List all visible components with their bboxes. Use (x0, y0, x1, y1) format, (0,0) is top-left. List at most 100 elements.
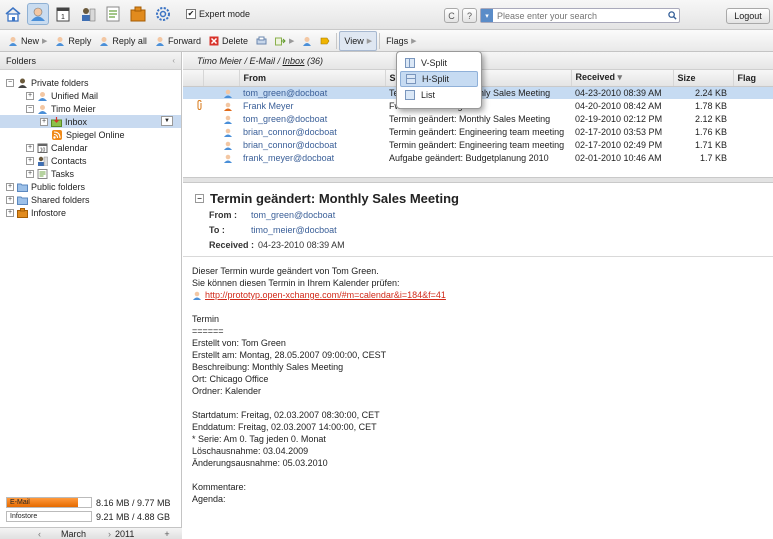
search-icon[interactable] (665, 11, 679, 20)
label-icon (321, 37, 330, 44)
from-cell: Frank Meyer (243, 100, 294, 111)
collapse-header-icon[interactable]: − (195, 193, 204, 203)
view-menu-item-vsplit[interactable]: V-Split (400, 55, 478, 71)
expand-icon[interactable]: + (26, 169, 34, 178)
flag-cell[interactable] (733, 99, 773, 112)
new-button[interactable]: New ▶ (4, 31, 51, 51)
folder-timo-meier[interactable]: − Timo Meier (0, 102, 181, 115)
expand-calendar-button[interactable]: + (164, 529, 169, 539)
search-input[interactable] (493, 10, 665, 21)
next-month-button[interactable]: › (108, 529, 111, 539)
tasks-icon[interactable] (102, 3, 124, 25)
hsplit-icon (406, 74, 416, 84)
print-button[interactable] (252, 31, 271, 51)
column-received[interactable]: Received ▾ (571, 70, 674, 87)
expand-icon[interactable]: + (26, 143, 34, 152)
expand-icon[interactable]: + (26, 91, 34, 100)
body-rest: Termin ====== Erstellt von: Tom Green Er… (192, 301, 773, 505)
body-line: Agenda: (192, 494, 226, 504)
received-label: Received : (209, 239, 255, 250)
forward-button[interactable]: Forward (151, 31, 205, 51)
expand-icon[interactable]: + (6, 182, 14, 191)
folder-label: Public folders (31, 181, 86, 192)
to-label: To : (209, 224, 225, 235)
folder-menu-dropdown[interactable]: ▼ (161, 116, 173, 126)
shared-folder-icon (17, 196, 28, 205)
breadcrumb-folder-link[interactable]: Inbox (282, 56, 304, 66)
folder-inbox[interactable]: + Inbox ▼ (0, 115, 181, 128)
expand-icon[interactable]: + (40, 117, 48, 126)
contact-icon (224, 154, 232, 163)
expand-icon[interactable]: + (6, 208, 14, 217)
logout-button[interactable]: Logout (726, 8, 770, 24)
flag-cell[interactable] (733, 151, 773, 164)
contacts-icon[interactable] (77, 3, 99, 25)
folder-contacts[interactable]: + Contacts (0, 154, 181, 167)
folder-calendar[interactable]: + 10 Calendar (0, 141, 181, 154)
column-from[interactable]: From (239, 70, 386, 87)
column-size[interactable]: Size (673, 70, 734, 87)
from-value[interactable]: tom_green@docboat (251, 210, 335, 220)
table-row[interactable]: brian_connor@docboat Termin geändert: En… (183, 125, 773, 138)
expert-mode-checkbox[interactable]: ✔ (186, 9, 196, 19)
to-value[interactable]: timo_meier@docboat (251, 225, 337, 235)
svg-text:10: 10 (40, 147, 46, 153)
table-row[interactable]: frank_meyer@docboat Aufgabe geändert: Bu… (183, 151, 773, 164)
flag-cell[interactable] (733, 86, 773, 99)
unified-mail-icon (38, 91, 47, 101)
folder-public[interactable]: + Public folders (0, 180, 181, 193)
prev-month-button[interactable]: ‹ (38, 529, 41, 539)
collapse-icon[interactable]: − (26, 104, 34, 113)
view-menu-item-list[interactable]: List (400, 87, 478, 103)
home-icon[interactable] (2, 3, 24, 25)
expand-icon[interactable]: + (26, 156, 34, 165)
table-row[interactable]: brian_connor@docboat Termin geändert: En… (183, 138, 773, 151)
view-menu-item-hsplit[interactable]: H-Split (400, 71, 478, 87)
settings-icon[interactable] (152, 3, 174, 25)
collapse-sidebar-icon[interactable]: ‹ (172, 56, 175, 65)
from-label: From : (209, 209, 237, 220)
expand-icon[interactable]: + (6, 195, 14, 204)
mail-icon[interactable] (27, 3, 49, 25)
folder-unified-mail[interactable]: + Unified Mail (0, 89, 181, 102)
size-cell: 2.24 KB (673, 86, 733, 99)
search-scope-dropdown[interactable]: ▾ (481, 9, 493, 22)
table-row[interactable]: tom_green@docboat Termin geändert: Month… (183, 112, 773, 125)
folder-label: Inbox (65, 116, 88, 127)
calendar-link[interactable]: http://prototyp.open-xchange.com/#m=cale… (205, 290, 446, 300)
move-button[interactable]: ▶ (271, 31, 298, 51)
flag-cell[interactable] (733, 125, 773, 138)
help-button[interactable]: ? (462, 8, 477, 23)
column-attachment[interactable] (183, 70, 204, 87)
label-button[interactable] (316, 31, 334, 51)
contact-button[interactable] (298, 31, 316, 51)
folder-infostore[interactable]: + Infostore (0, 206, 181, 219)
email-quota-label: E-Mail (10, 499, 30, 506)
toolbar-divider (336, 32, 338, 49)
delete-button[interactable]: Delete (205, 31, 252, 51)
flag-cell[interactable] (733, 138, 773, 151)
column-flag[interactable]: Flag (733, 70, 773, 87)
collapse-icon[interactable]: − (6, 78, 14, 87)
reply-button[interactable]: Reply (51, 31, 95, 51)
flag-cell[interactable] (733, 112, 773, 125)
refresh-button[interactable]: C (444, 8, 459, 23)
infostore-icon[interactable] (127, 3, 149, 25)
search-box: ▾ (480, 8, 680, 23)
rss-icon (52, 129, 62, 140)
folder-private[interactable]: − Private folders (0, 76, 181, 89)
folder-tasks[interactable]: + Tasks (0, 167, 181, 180)
view-menu: V-Split H-Split List (396, 51, 482, 109)
contact-icon (224, 89, 232, 98)
calendar-icon[interactable]: 1 (52, 3, 74, 25)
user-icon (18, 78, 27, 88)
flags-button[interactable]: Flags ▶ (382, 31, 420, 51)
folder-spiegel-online[interactable]: Spiegel Online (0, 128, 181, 141)
view-button[interactable]: View ▶ (339, 30, 378, 51)
column-status[interactable] (203, 70, 240, 87)
received-row: Received :04-23-2010 08:39 AM (195, 237, 773, 252)
subject-cell: Termin geändert: Monthly Sales Meeting (389, 113, 551, 124)
expert-mode-toggle[interactable]: ✔ Expert mode (186, 9, 250, 19)
reply-all-button[interactable]: Reply all (95, 31, 151, 51)
folder-shared[interactable]: + Shared folders (0, 193, 181, 206)
